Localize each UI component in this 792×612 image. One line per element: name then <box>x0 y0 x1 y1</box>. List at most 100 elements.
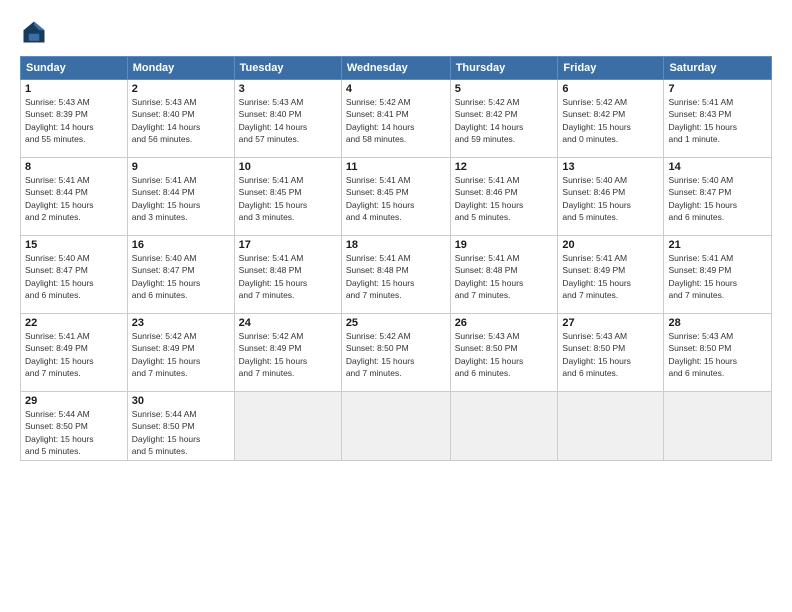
day-info: Sunrise: 5:41 AM Sunset: 8:45 PM Dayligh… <box>346 174 446 223</box>
day-cell: 18Sunrise: 5:41 AM Sunset: 8:48 PM Dayli… <box>341 236 450 314</box>
calendar-table: SundayMondayTuesdayWednesdayThursdayFrid… <box>20 56 772 461</box>
day-info: Sunrise: 5:40 AM Sunset: 8:47 PM Dayligh… <box>25 252 123 301</box>
day-cell: 28Sunrise: 5:43 AM Sunset: 8:50 PM Dayli… <box>664 314 772 392</box>
col-header-sunday: Sunday <box>21 57 128 80</box>
day-info: Sunrise: 5:41 AM Sunset: 8:44 PM Dayligh… <box>132 174 230 223</box>
col-header-wednesday: Wednesday <box>341 57 450 80</box>
day-number: 28 <box>668 317 767 329</box>
day-cell <box>664 392 772 461</box>
day-number: 16 <box>132 239 230 251</box>
day-cell: 10Sunrise: 5:41 AM Sunset: 8:45 PM Dayli… <box>234 158 341 236</box>
day-info: Sunrise: 5:43 AM Sunset: 8:40 PM Dayligh… <box>132 96 230 145</box>
week-row-4: 22Sunrise: 5:41 AM Sunset: 8:49 PM Dayli… <box>21 314 772 392</box>
day-number: 30 <box>132 395 230 407</box>
day-number: 10 <box>239 161 337 173</box>
day-number: 22 <box>25 317 123 329</box>
week-row-5: 29Sunrise: 5:44 AM Sunset: 8:50 PM Dayli… <box>21 392 772 461</box>
day-info: Sunrise: 5:42 AM Sunset: 8:49 PM Dayligh… <box>132 330 230 379</box>
day-info: Sunrise: 5:41 AM Sunset: 8:45 PM Dayligh… <box>239 174 337 223</box>
day-info: Sunrise: 5:43 AM Sunset: 8:50 PM Dayligh… <box>455 330 554 379</box>
day-number: 5 <box>455 83 554 95</box>
col-header-saturday: Saturday <box>664 57 772 80</box>
logo-icon <box>20 18 48 46</box>
day-info: Sunrise: 5:41 AM Sunset: 8:48 PM Dayligh… <box>346 252 446 301</box>
day-info: Sunrise: 5:41 AM Sunset: 8:48 PM Dayligh… <box>455 252 554 301</box>
week-row-2: 8Sunrise: 5:41 AM Sunset: 8:44 PM Daylig… <box>21 158 772 236</box>
day-cell: 24Sunrise: 5:42 AM Sunset: 8:49 PM Dayli… <box>234 314 341 392</box>
day-number: 2 <box>132 83 230 95</box>
logo <box>20 18 52 46</box>
day-number: 24 <box>239 317 337 329</box>
day-number: 27 <box>562 317 659 329</box>
day-cell: 4Sunrise: 5:42 AM Sunset: 8:41 PM Daylig… <box>341 80 450 158</box>
calendar-header-row: SundayMondayTuesdayWednesdayThursdayFrid… <box>21 57 772 80</box>
day-cell: 6Sunrise: 5:42 AM Sunset: 8:42 PM Daylig… <box>558 80 664 158</box>
col-header-friday: Friday <box>558 57 664 80</box>
day-number: 29 <box>25 395 123 407</box>
day-number: 17 <box>239 239 337 251</box>
col-header-tuesday: Tuesday <box>234 57 341 80</box>
day-number: 7 <box>668 83 767 95</box>
day-number: 12 <box>455 161 554 173</box>
day-number: 15 <box>25 239 123 251</box>
page: SundayMondayTuesdayWednesdayThursdayFrid… <box>0 0 792 612</box>
day-cell: 22Sunrise: 5:41 AM Sunset: 8:49 PM Dayli… <box>21 314 128 392</box>
header <box>20 18 772 46</box>
day-info: Sunrise: 5:41 AM Sunset: 8:48 PM Dayligh… <box>239 252 337 301</box>
week-row-3: 15Sunrise: 5:40 AM Sunset: 8:47 PM Dayli… <box>21 236 772 314</box>
col-header-monday: Monday <box>127 57 234 80</box>
day-cell: 27Sunrise: 5:43 AM Sunset: 8:50 PM Dayli… <box>558 314 664 392</box>
day-number: 8 <box>25 161 123 173</box>
day-number: 13 <box>562 161 659 173</box>
day-cell: 1Sunrise: 5:43 AM Sunset: 8:39 PM Daylig… <box>21 80 128 158</box>
day-cell: 9Sunrise: 5:41 AM Sunset: 8:44 PM Daylig… <box>127 158 234 236</box>
day-cell: 5Sunrise: 5:42 AM Sunset: 8:42 PM Daylig… <box>450 80 558 158</box>
day-info: Sunrise: 5:42 AM Sunset: 8:41 PM Dayligh… <box>346 96 446 145</box>
day-info: Sunrise: 5:43 AM Sunset: 8:50 PM Dayligh… <box>562 330 659 379</box>
day-cell: 16Sunrise: 5:40 AM Sunset: 8:47 PM Dayli… <box>127 236 234 314</box>
day-number: 1 <box>25 83 123 95</box>
day-number: 14 <box>668 161 767 173</box>
col-header-thursday: Thursday <box>450 57 558 80</box>
day-number: 25 <box>346 317 446 329</box>
day-info: Sunrise: 5:42 AM Sunset: 8:50 PM Dayligh… <box>346 330 446 379</box>
day-info: Sunrise: 5:40 AM Sunset: 8:47 PM Dayligh… <box>668 174 767 223</box>
day-number: 4 <box>346 83 446 95</box>
day-info: Sunrise: 5:42 AM Sunset: 8:49 PM Dayligh… <box>239 330 337 379</box>
day-number: 9 <box>132 161 230 173</box>
day-info: Sunrise: 5:41 AM Sunset: 8:43 PM Dayligh… <box>668 96 767 145</box>
day-number: 19 <box>455 239 554 251</box>
day-info: Sunrise: 5:41 AM Sunset: 8:49 PM Dayligh… <box>562 252 659 301</box>
day-info: Sunrise: 5:41 AM Sunset: 8:46 PM Dayligh… <box>455 174 554 223</box>
day-number: 26 <box>455 317 554 329</box>
day-cell: 23Sunrise: 5:42 AM Sunset: 8:49 PM Dayli… <box>127 314 234 392</box>
day-cell: 20Sunrise: 5:41 AM Sunset: 8:49 PM Dayli… <box>558 236 664 314</box>
day-info: Sunrise: 5:40 AM Sunset: 8:47 PM Dayligh… <box>132 252 230 301</box>
day-cell <box>234 392 341 461</box>
day-info: Sunrise: 5:41 AM Sunset: 8:49 PM Dayligh… <box>668 252 767 301</box>
day-info: Sunrise: 5:42 AM Sunset: 8:42 PM Dayligh… <box>562 96 659 145</box>
day-cell: 26Sunrise: 5:43 AM Sunset: 8:50 PM Dayli… <box>450 314 558 392</box>
day-number: 18 <box>346 239 446 251</box>
day-number: 11 <box>346 161 446 173</box>
day-info: Sunrise: 5:43 AM Sunset: 8:50 PM Dayligh… <box>668 330 767 379</box>
day-cell: 25Sunrise: 5:42 AM Sunset: 8:50 PM Dayli… <box>341 314 450 392</box>
day-cell: 15Sunrise: 5:40 AM Sunset: 8:47 PM Dayli… <box>21 236 128 314</box>
day-cell: 13Sunrise: 5:40 AM Sunset: 8:46 PM Dayli… <box>558 158 664 236</box>
day-info: Sunrise: 5:40 AM Sunset: 8:46 PM Dayligh… <box>562 174 659 223</box>
day-number: 21 <box>668 239 767 251</box>
week-row-1: 1Sunrise: 5:43 AM Sunset: 8:39 PM Daylig… <box>21 80 772 158</box>
day-cell: 19Sunrise: 5:41 AM Sunset: 8:48 PM Dayli… <box>450 236 558 314</box>
day-number: 3 <box>239 83 337 95</box>
day-cell: 21Sunrise: 5:41 AM Sunset: 8:49 PM Dayli… <box>664 236 772 314</box>
day-cell <box>558 392 664 461</box>
day-info: Sunrise: 5:41 AM Sunset: 8:44 PM Dayligh… <box>25 174 123 223</box>
day-info: Sunrise: 5:43 AM Sunset: 8:40 PM Dayligh… <box>239 96 337 145</box>
day-number: 23 <box>132 317 230 329</box>
day-cell: 17Sunrise: 5:41 AM Sunset: 8:48 PM Dayli… <box>234 236 341 314</box>
day-cell: 30Sunrise: 5:44 AM Sunset: 8:50 PM Dayli… <box>127 392 234 461</box>
day-info: Sunrise: 5:41 AM Sunset: 8:49 PM Dayligh… <box>25 330 123 379</box>
day-cell: 3Sunrise: 5:43 AM Sunset: 8:40 PM Daylig… <box>234 80 341 158</box>
day-cell: 14Sunrise: 5:40 AM Sunset: 8:47 PM Dayli… <box>664 158 772 236</box>
day-info: Sunrise: 5:44 AM Sunset: 8:50 PM Dayligh… <box>25 408 123 457</box>
